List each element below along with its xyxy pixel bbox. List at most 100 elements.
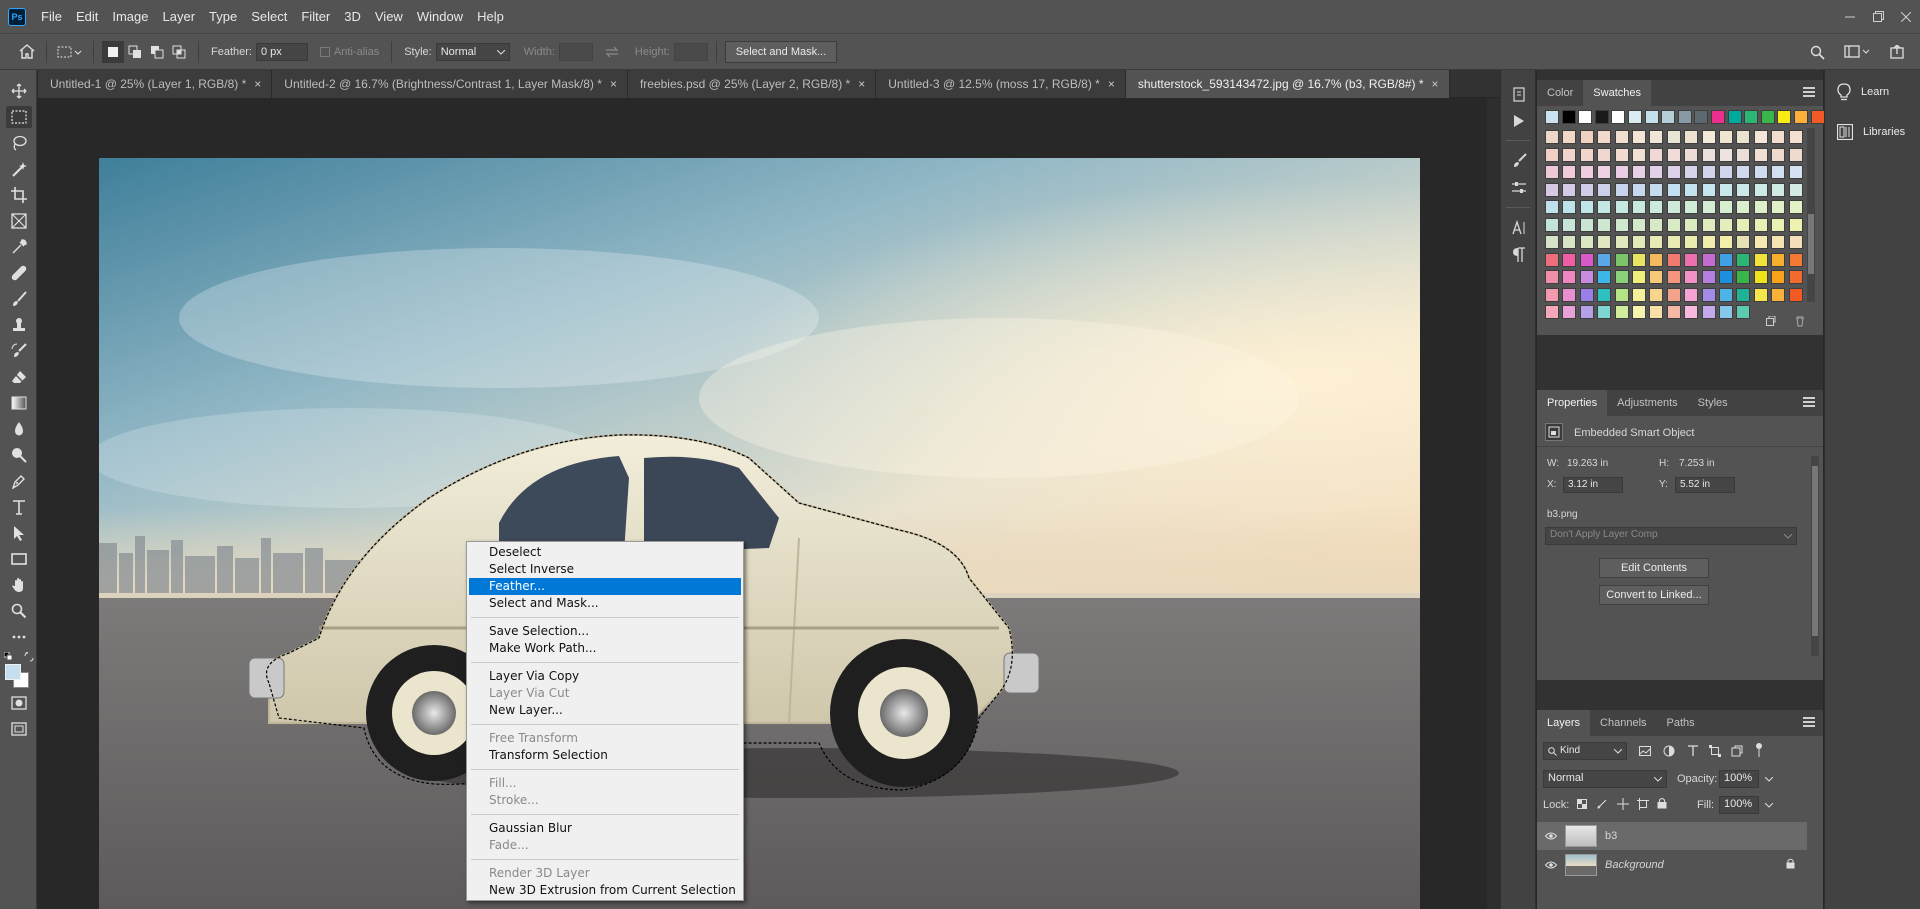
swatch[interactable] [1597,200,1612,214]
tab-layers[interactable]: Layers [1537,710,1591,736]
close-tab-icon[interactable]: × [1432,77,1439,91]
h-value[interactable]: 7.253 in [1679,458,1715,469]
swatch[interactable] [1579,165,1594,179]
style-select[interactable]: Normal [435,42,510,61]
feather-input[interactable]: 0 px [255,42,308,61]
antialias-checkbox[interactable] [319,46,330,57]
swatch[interactable] [1711,110,1725,124]
swatch[interactable] [1701,252,1716,267]
minimize-button[interactable] [1836,0,1864,33]
height-input[interactable] [673,42,708,61]
brush-tool[interactable] [0,286,37,312]
swatch[interactable] [1701,305,1716,319]
document-image[interactable] [99,158,1420,909]
swatch[interactable] [1753,147,1768,162]
menu-3d[interactable]: 3D [337,0,368,33]
history-panel-button[interactable] [1501,80,1537,107]
swatch[interactable] [1611,110,1626,124]
tab-color[interactable]: Color [1537,80,1583,106]
swatch[interactable] [1614,200,1629,214]
menu-help[interactable]: Help [470,0,511,33]
swatch[interactable] [1614,305,1629,319]
swatch[interactable] [1649,305,1664,319]
swatch[interactable] [1545,200,1559,214]
canvas-area[interactable] [38,98,1500,909]
close-tab-icon[interactable]: × [858,77,865,91]
swatch[interactable] [1694,110,1709,124]
swatch[interactable] [1666,270,1681,284]
swatch[interactable] [1632,200,1646,214]
swatch[interactable] [1649,287,1664,302]
swatch[interactable] [1649,235,1664,249]
default-colors-icon[interactable] [4,652,14,660]
swatch[interactable] [1579,287,1594,302]
lock-transparent-icon[interactable] [1577,799,1587,809]
swatch[interactable] [1597,130,1612,144]
swatch[interactable] [1788,217,1803,232]
swatch[interactable] [1649,200,1664,214]
swatch[interactable] [1771,217,1786,232]
swatch[interactable] [1719,130,1733,144]
swatch[interactable] [1614,270,1629,284]
swatch[interactable] [1701,217,1716,232]
swatch[interactable] [1788,235,1803,249]
w-value[interactable]: 19.263 in [1567,458,1608,469]
type-filter-icon[interactable] [1687,745,1699,757]
rectangle-tool[interactable] [0,546,37,572]
swatch[interactable] [1684,182,1699,197]
swatch[interactable] [1579,217,1594,232]
swatch[interactable] [1562,200,1577,214]
dodge-tool[interactable] [0,442,37,468]
shape-filter-icon[interactable] [1709,745,1721,757]
menu-file[interactable]: File [34,0,69,33]
swatch[interactable] [1771,252,1786,267]
menu-view[interactable]: View [368,0,410,33]
swatch[interactable] [1701,200,1716,214]
swatch[interactable] [1649,130,1664,144]
swatch[interactable] [1545,235,1559,249]
swatch[interactable] [1810,110,1825,124]
swatch[interactable] [1562,252,1577,267]
swatch[interactable] [1632,270,1646,284]
swatch[interactable] [1701,182,1716,197]
menu-item-new-3d-extrusion-from-current-selection[interactable]: New 3D Extrusion from Current Selection [469,882,741,899]
swatch[interactable] [1632,287,1646,302]
lock-all-icon[interactable] [1657,797,1667,809]
swatch[interactable] [1562,217,1577,232]
scroll-thumb[interactable] [1812,466,1818,636]
scroll-thumb[interactable] [1808,214,1814,274]
swatch[interactable] [1744,110,1759,124]
swatch[interactable] [1562,305,1577,319]
swatch[interactable] [1771,182,1786,197]
menu-image[interactable]: Image [105,0,155,33]
swatch[interactable] [1579,147,1594,162]
close-tab-icon[interactable]: × [254,77,261,91]
swatch[interactable] [1753,165,1768,179]
swatch[interactable] [1562,147,1577,162]
restore-button[interactable] [1864,0,1892,33]
swatch[interactable] [1727,110,1742,124]
swatch[interactable] [1753,270,1768,284]
close-tab-icon[interactable]: × [610,77,617,91]
swatch[interactable] [1545,287,1559,302]
trash-icon[interactable] [1795,316,1805,327]
swatch[interactable] [1666,165,1681,179]
swatch[interactable] [1777,110,1792,124]
swatch[interactable] [1701,165,1716,179]
swatch[interactable] [1628,110,1642,124]
properties-scrollbar[interactable] [1811,456,1819,656]
select-and-mask-button[interactable]: Select and Mask... [724,40,838,63]
rectangular-marquee-tool[interactable] [0,104,37,130]
hand-tool[interactable] [0,572,37,598]
swatch[interactable] [1632,165,1646,179]
menu-item-layer-via-copy[interactable]: Layer Via Copy [469,668,741,685]
lock-pixels-icon[interactable] [1597,799,1607,809]
type-tool[interactable] [0,494,37,520]
swatch[interactable] [1788,252,1803,267]
fill-input[interactable]: 100% [1719,796,1759,814]
learn-panel-button[interactable]: Learn [1825,72,1920,112]
foreground-color-swatch[interactable] [5,664,21,680]
swatch[interactable] [1562,270,1577,284]
eraser-tool[interactable] [0,364,37,390]
swatch[interactable] [1736,165,1751,179]
